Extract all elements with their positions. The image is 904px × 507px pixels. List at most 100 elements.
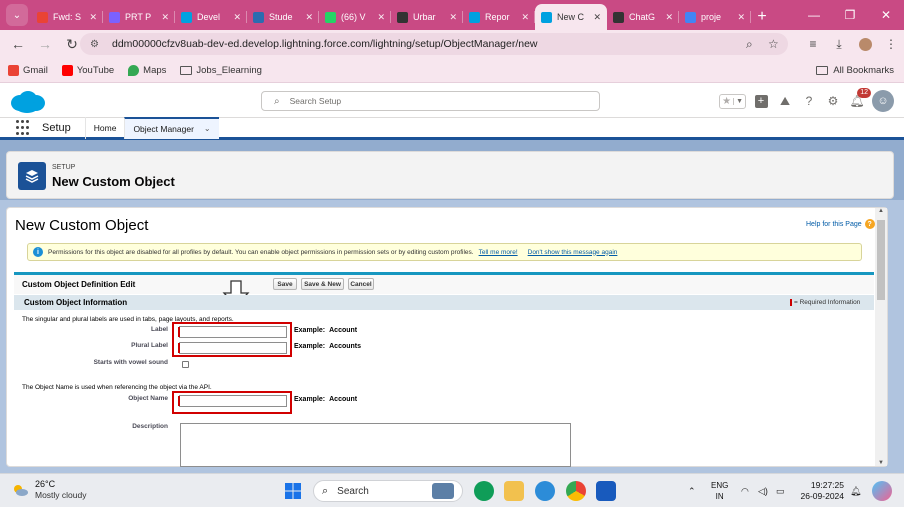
- site-info-icon[interactable]: ⚙: [90, 39, 104, 50]
- taskbar-search[interactable]: ⌕ Search: [313, 480, 463, 502]
- lang-secondary: IN: [715, 492, 724, 501]
- tab-close-icon[interactable]: ✕: [161, 12, 169, 23]
- media-icon[interactable]: ≡: [800, 30, 826, 58]
- browser-tab[interactable]: PRT P ✕: [103, 4, 175, 30]
- tab-close-icon[interactable]: ✕: [377, 12, 385, 23]
- menu-kebab-icon[interactable]: ⋮: [878, 30, 904, 58]
- browser-tab[interactable]: Devel ✕: [175, 4, 247, 30]
- tab-close-icon[interactable]: ✕: [233, 12, 241, 23]
- setup-gear-icon[interactable]: ⚙: [824, 92, 842, 110]
- windows-start-icon[interactable]: [283, 481, 303, 501]
- search-page-icon[interactable]: ⌕: [746, 33, 753, 55]
- description-textarea[interactable]: [180, 423, 571, 467]
- object-name-input[interactable]: [179, 395, 287, 407]
- object-name-example: Example: Account: [294, 396, 357, 403]
- save-and-new-button[interactable]: Save & New: [301, 278, 344, 290]
- example-value: Accounts: [329, 343, 362, 350]
- favorites-group[interactable]: ★ ▼: [719, 93, 746, 109]
- tab-close-icon[interactable]: ✕: [305, 12, 313, 23]
- edge-browser-icon[interactable]: [535, 481, 555, 501]
- setup-search-input[interactable]: ⌕ Search Setup: [261, 91, 600, 111]
- chevron-down-icon[interactable]: ⌄: [204, 124, 211, 133]
- scroll-thumb[interactable]: [877, 220, 885, 300]
- app-icon-green[interactable]: [474, 481, 494, 501]
- notification-bell-icon[interactable]: 🔔︎: [850, 474, 861, 507]
- tray-overflow-icon[interactable]: ⌃: [688, 474, 696, 507]
- plural-label-input[interactable]: [179, 342, 287, 354]
- favorites-dropdown-icon[interactable]: ▼: [733, 97, 745, 105]
- bookmark-youtube[interactable]: YouTube: [61, 64, 114, 76]
- object-header-card: SETUP New Custom Object: [6, 151, 894, 199]
- back-button[interactable]: ←: [6, 32, 30, 56]
- browser-tab[interactable]: Stude ✕: [247, 4, 319, 30]
- word-icon[interactable]: [596, 481, 616, 501]
- download-icon[interactable]: ⤓: [826, 30, 852, 58]
- language-indicator[interactable]: ENG IN: [711, 480, 728, 502]
- volume-icon[interactable]: ◁): [758, 474, 768, 507]
- browser-tab[interactable]: Repor ✕: [463, 4, 535, 30]
- nav-item-object-manager[interactable]: Object Manager ⌄: [124, 116, 219, 139]
- forward-button[interactable]: →: [33, 32, 57, 56]
- global-actions-icon[interactable]: +: [752, 92, 770, 110]
- browser-tab[interactable]: New C ✕: [535, 4, 607, 30]
- object-name-description: The Object Name is used when referencing…: [22, 384, 212, 391]
- dont-show-again-link[interactable]: Don't show this message again: [528, 249, 618, 256]
- address-bar[interactable]: ⚙ ddm00000cfzv8uab-dev-ed.develop.lightn…: [80, 33, 788, 55]
- block-title: Custom Object Definition Edit: [22, 280, 136, 289]
- app-launcher-icon[interactable]: [16, 119, 32, 136]
- browser-tab[interactable]: Urbar ✕: [391, 4, 463, 30]
- content-scrollbar[interactable]: ▲ ▼: [875, 208, 887, 466]
- help-link-label: Help for this Page: [806, 220, 862, 228]
- vowel-sound-checkbox[interactable]: [182, 361, 189, 368]
- label-input[interactable]: [179, 326, 287, 338]
- tab-close-icon[interactable]: ✕: [449, 12, 457, 23]
- notifications-bell-icon[interactable]: 🔔︎ 12: [848, 88, 871, 110]
- wifi-icon[interactable]: ◠: [741, 474, 749, 507]
- restore-icon[interactable]: ❐: [832, 0, 868, 30]
- profile-avatar[interactable]: [852, 30, 878, 58]
- scroll-down-icon[interactable]: ▼: [875, 460, 887, 466]
- tab-favicon-icon: [109, 11, 120, 23]
- minimize-icon[interactable]: —: [796, 0, 832, 30]
- user-avatar[interactable]: ☺: [872, 90, 894, 112]
- browser-tab[interactable]: Fwd: S ✕: [31, 4, 103, 30]
- cancel-button[interactable]: Cancel: [348, 278, 374, 290]
- close-window-icon[interactable]: ✕: [868, 0, 904, 30]
- weather-widget[interactable]: 26°C Mostly cloudy: [11, 479, 87, 501]
- tab-close-icon[interactable]: ✕: [521, 12, 529, 23]
- section-title: Custom Object Information: [24, 298, 128, 307]
- salesforce-logo[interactable]: [9, 90, 46, 114]
- bookmark-maps[interactable]: Maps: [128, 64, 166, 76]
- section-header: [14, 295, 874, 310]
- tab-search-button[interactable]: ⌄: [6, 4, 28, 26]
- search-placeholder: Search Setup: [289, 96, 342, 106]
- browser-tab[interactable]: (66) V ✕: [319, 4, 391, 30]
- app-name: Setup: [42, 121, 71, 134]
- battery-icon[interactable]: ▭: [776, 474, 785, 507]
- tab-close-icon[interactable]: ✕: [737, 12, 745, 23]
- file-explorer-icon[interactable]: [504, 481, 524, 501]
- all-bookmarks[interactable]: All Bookmarks: [816, 58, 894, 83]
- tab-favicon-icon: [397, 11, 408, 23]
- scroll-up-icon[interactable]: ▲: [875, 208, 887, 214]
- nav-item-home[interactable]: Home: [84, 116, 125, 139]
- trailhead-icon[interactable]: ⛰: [776, 92, 794, 110]
- clock[interactable]: 19:27:25 26-09-2024: [800, 480, 844, 502]
- new-tab-button[interactable]: +: [751, 4, 773, 30]
- help-link[interactable]: Help for this Page ?: [806, 219, 875, 229]
- browser-tab[interactable]: ChatG ✕: [607, 4, 679, 30]
- bookmark-star-icon[interactable]: ☆: [768, 33, 779, 55]
- bookmark-jobs-elearning[interactable]: Jobs_Elearning: [180, 65, 262, 76]
- tell-me-more-link[interactable]: Tell me more!: [479, 249, 518, 256]
- bookmark-gmail[interactable]: Gmail: [8, 64, 48, 76]
- help-icon[interactable]: ?: [800, 92, 818, 110]
- save-button[interactable]: Save: [273, 278, 297, 290]
- chrome-browser-icon[interactable]: [566, 481, 586, 501]
- tab-close-icon[interactable]: ✕: [593, 12, 601, 23]
- copilot-icon[interactable]: [872, 481, 892, 501]
- browser-tab[interactable]: proje ✕: [679, 4, 751, 30]
- tab-favicon-icon: [253, 11, 264, 23]
- tab-close-icon[interactable]: ✕: [665, 12, 673, 23]
- favorite-star-icon[interactable]: ★: [720, 96, 733, 107]
- tab-close-icon[interactable]: ✕: [89, 12, 97, 23]
